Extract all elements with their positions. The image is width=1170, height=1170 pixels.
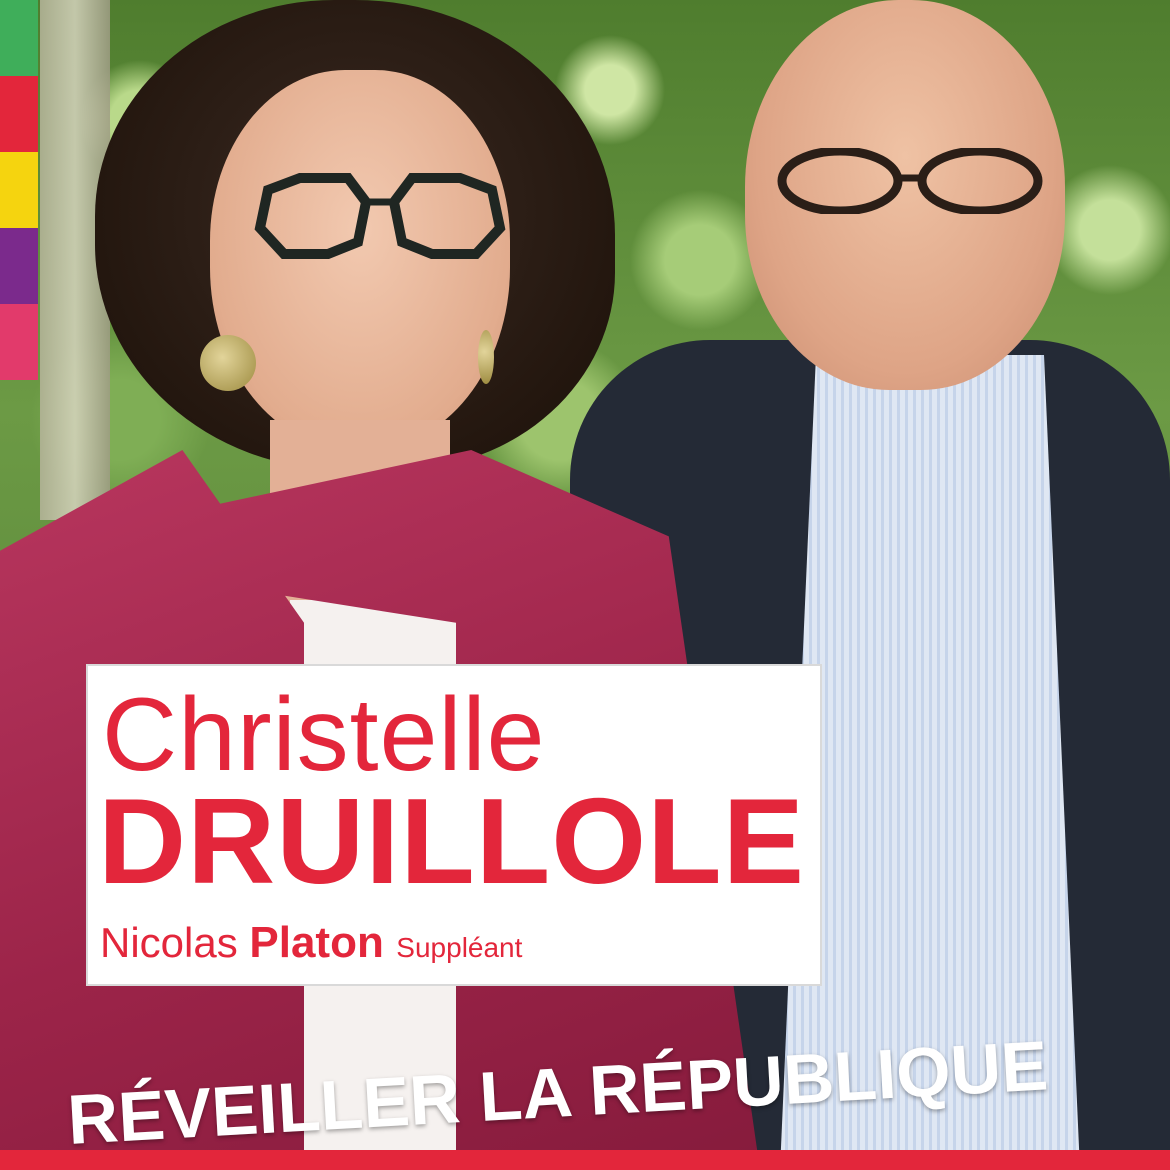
woman-glasses	[254, 173, 506, 259]
campaign-poster: Christelle DRUILLOLE Nicolas Platon Supp…	[0, 0, 1170, 1170]
substitute-first-name: Nicolas	[100, 919, 250, 966]
man-glasses	[777, 148, 1043, 214]
stripe-red	[0, 76, 38, 152]
stripe-purple	[0, 228, 38, 304]
stripe-green	[0, 0, 38, 76]
woman-earring-right	[478, 330, 494, 384]
color-stripe	[0, 0, 38, 380]
stripe-pink	[0, 304, 38, 380]
stripe-yellow	[0, 152, 38, 228]
substitute-role: Suppléant	[396, 932, 523, 963]
substitute-last-name: Platon	[249, 918, 384, 967]
candidate-last-name: DRUILLOLE	[98, 773, 806, 909]
candidate-name-box: Christelle DRUILLOLE Nicolas Platon Supp…	[86, 664, 822, 986]
woman-earring-left	[200, 335, 256, 391]
substitute-line: Nicolas Platon Suppléant	[100, 918, 522, 968]
woman-face	[210, 70, 510, 450]
